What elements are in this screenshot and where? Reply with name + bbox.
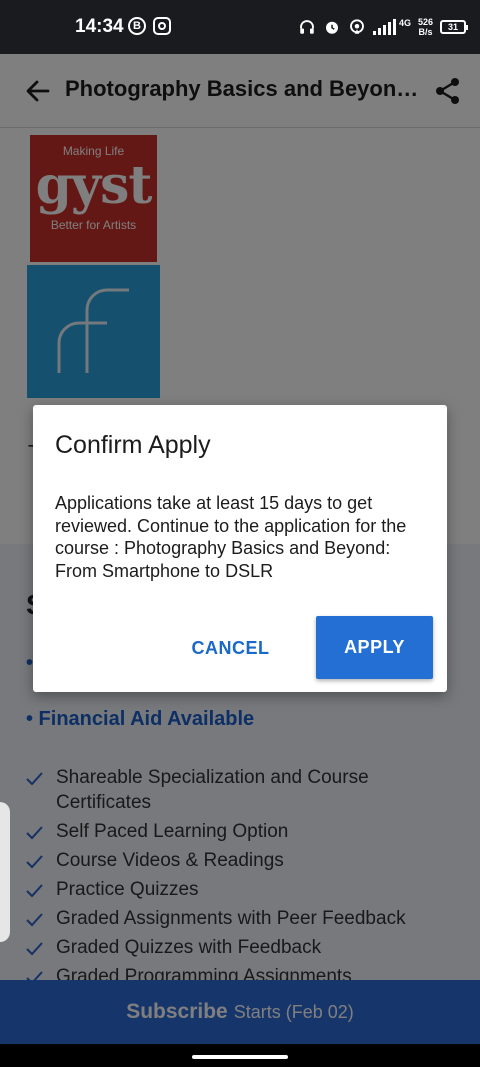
alarm-icon xyxy=(325,21,338,34)
apply-button[interactable]: APPLY xyxy=(316,616,433,679)
dialog-message: Applications take at least 15 days to ge… xyxy=(55,493,407,581)
net-speed-unit: B/s xyxy=(418,27,433,37)
b-circle-icon: B xyxy=(128,17,146,35)
home-gesture-pill[interactable] xyxy=(192,1055,288,1059)
confirm-apply-dialog: Confirm Apply Applications take at least… xyxy=(33,405,447,692)
cancel-button[interactable]: CANCEL xyxy=(183,617,278,679)
signal-icon xyxy=(372,19,396,35)
navigation-bar xyxy=(0,1044,480,1067)
dialog-title: Confirm Apply xyxy=(55,431,211,459)
status-icons: 4G 526 B/s 31 xyxy=(298,14,468,40)
net-speed: 526 B/s xyxy=(418,17,433,37)
network-type: 4G xyxy=(398,18,411,28)
hotspot-icon xyxy=(350,19,364,34)
headphones-icon xyxy=(300,20,314,34)
instagram-icon xyxy=(153,17,171,35)
net-speed-value: 526 xyxy=(417,17,433,27)
status-time: 14:34 xyxy=(75,16,124,37)
battery-icon: 31 xyxy=(440,20,468,34)
status-bar: 14:34 B 4G 526 B/s 31 xyxy=(0,0,480,54)
edge-panel-handle[interactable] xyxy=(0,802,10,942)
